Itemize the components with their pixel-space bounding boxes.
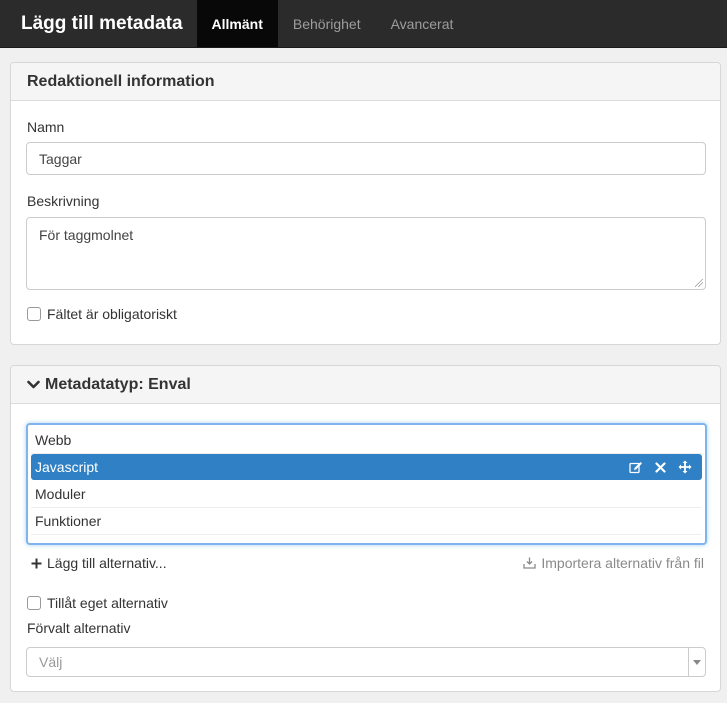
list-item-label: Moduler — [35, 486, 86, 502]
list-item-label: Webb — [35, 432, 72, 448]
add-option-label: Lägg till alternativ... — [47, 555, 167, 571]
editorial-panel: Redaktionell information Namn Taggar Bes… — [10, 62, 721, 345]
edit-icon[interactable] — [629, 461, 643, 474]
select-arrow[interactable] — [688, 648, 705, 676]
allow-custom-checkbox[interactable] — [27, 596, 41, 610]
default-option-select[interactable]: Välj — [26, 647, 706, 677]
list-item[interactable]: Webb — [31, 427, 702, 454]
description-label: Beskrivning — [27, 193, 100, 209]
name-label: Namn — [27, 119, 65, 135]
add-option-button[interactable]: Lägg till alternativ... — [31, 555, 167, 571]
import-options-link[interactable]: Importera alternativ från fil — [523, 555, 704, 571]
import-icon — [523, 557, 537, 569]
name-input[interactable]: Taggar — [26, 142, 706, 175]
import-options-label: Importera alternativ från fil — [541, 555, 704, 571]
resize-handle-icon[interactable] — [695, 279, 703, 287]
plus-icon — [31, 558, 42, 568]
app-title: Lägg till metadata — [21, 12, 183, 34]
required-checkbox-label: Fältet är obligatoriskt — [47, 306, 177, 322]
required-checkbox[interactable] — [27, 307, 41, 321]
allow-custom-label: Tillåt eget alternativ — [47, 595, 168, 611]
options-list[interactable]: Webb Javascript Moduler Funktioner — [26, 423, 707, 545]
editorial-panel-heading: Redaktionell information — [11, 63, 720, 101]
name-input-value: Taggar — [39, 150, 82, 167]
list-item[interactable]: Funktioner — [31, 508, 702, 535]
tab-behorighet[interactable]: Behörighet — [278, 0, 376, 47]
tab-avancerat[interactable]: Avancerat — [376, 0, 469, 47]
caret-down-icon — [693, 659, 701, 665]
close-icon[interactable] — [655, 461, 666, 473]
tab-allmant[interactable]: Allmänt — [196, 0, 278, 47]
metadata-type-heading: Metadatatyp: Enval — [45, 375, 191, 393]
list-item-label: Javascript — [35, 459, 99, 475]
required-checkbox-row[interactable]: Fältet är obligatoriskt — [27, 306, 177, 322]
move-icon[interactable] — [678, 460, 692, 474]
metadata-type-panel: Metadatatyp: Enval Webb Javascript Modul… — [10, 365, 721, 692]
list-item-selected[interactable]: Javascript — [31, 454, 702, 480]
row-actions — [629, 460, 692, 474]
list-item-label: Funktioner — [35, 513, 102, 529]
description-textarea-value: För taggmolnet — [39, 227, 134, 243]
description-textarea[interactable]: För taggmolnet — [26, 217, 706, 290]
allow-custom-checkbox-row[interactable]: Tillåt eget alternativ — [27, 595, 168, 611]
default-option-placeholder: Välj — [39, 654, 63, 670]
list-item[interactable]: Moduler — [31, 481, 702, 508]
chevron-down-icon[interactable] — [27, 380, 40, 390]
top-navbar: Lägg till metadata Allmänt Behörighet Av… — [0, 0, 727, 48]
default-option-label: Förvalt alternativ — [27, 620, 131, 636]
metadata-type-heading-row[interactable]: Metadatatyp: Enval — [11, 366, 720, 404]
